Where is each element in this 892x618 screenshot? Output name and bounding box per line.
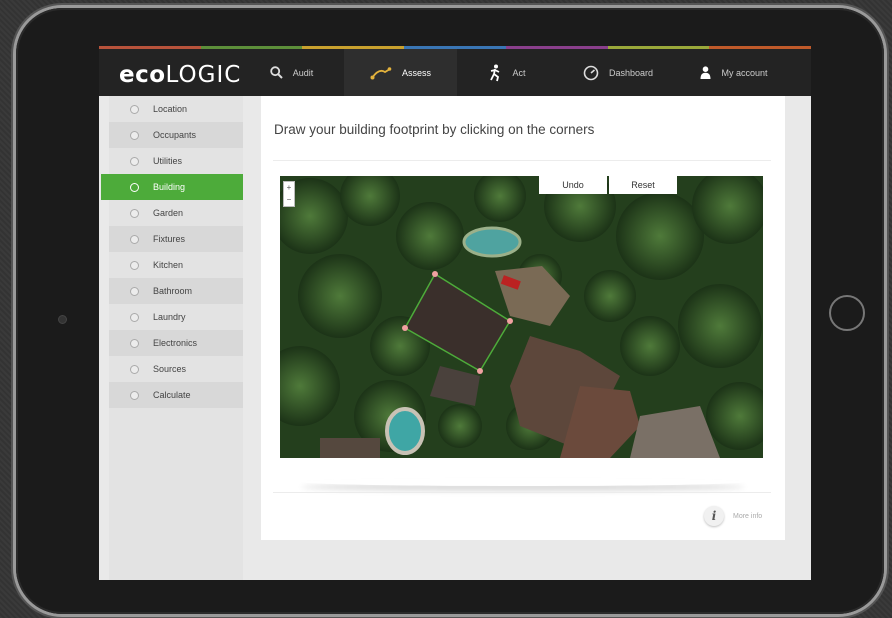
logo-bold-text: eco (119, 62, 166, 88)
sidebar-item-laundry[interactable]: Laundry (109, 304, 243, 330)
reset-button[interactable]: Reset (609, 176, 677, 194)
sidebar-item-label: Electronics (153, 338, 198, 348)
main-panel: Draw your building footprint by clicking… (261, 96, 785, 540)
logo-light-text: LOGIC (165, 62, 242, 88)
divider (273, 492, 771, 493)
nav-audit[interactable]: Audit (239, 49, 344, 96)
sidebar-item-building[interactable]: Building (101, 174, 243, 200)
ecologic-logo[interactable]: ecoLOGIC (119, 61, 241, 88)
footer-area (243, 540, 811, 580)
sidebar-item-utilities[interactable]: Utilities (109, 148, 243, 174)
sidebar-item-label: Utilities (153, 156, 183, 166)
sidebar-item-location[interactable]: Location (109, 96, 243, 122)
corner-handle[interactable] (507, 318, 513, 324)
sidebar-item-label: Occupants (153, 130, 197, 140)
aerial-map[interactable]: + − Undo Reset (280, 176, 763, 458)
sidebar-item-electronics[interactable]: Electronics (109, 330, 243, 356)
corner-handle[interactable] (477, 368, 483, 374)
nav-act[interactable]: Act (457, 49, 557, 96)
color-strip-segment (99, 46, 201, 49)
zoom-in-button[interactable]: + (284, 182, 294, 194)
zoom-control: + − (283, 181, 295, 207)
nav-assess[interactable]: Assess (344, 49, 457, 96)
radio-icon (130, 130, 139, 140)
sidebar-item-calculate[interactable]: Calculate (109, 382, 243, 408)
sidebar-item-label: Location (153, 104, 188, 114)
nav-dashboard-label: Dashboard (608, 67, 654, 78)
nav-act-label: Act (512, 67, 526, 78)
sidebar-item-label: Sources (153, 364, 187, 374)
map-shadow (301, 478, 745, 486)
sidebar-item-garden[interactable]: Garden (109, 200, 243, 226)
nav-my-account-label: My account (721, 67, 768, 78)
page-heading: Draw your building footprint by clicking… (274, 122, 595, 137)
sidebar-item-label: Kitchen (153, 260, 184, 270)
sidebar-item-fixtures[interactable]: Fixtures (109, 226, 243, 252)
sidebar-item-label: Laundry (153, 312, 186, 322)
radio-icon (130, 260, 139, 270)
radio-icon (130, 390, 139, 400)
zoom-out-button[interactable]: − (284, 194, 294, 206)
sidebar-item-label: Fixtures (153, 234, 186, 244)
corner-handle[interactable] (432, 271, 438, 277)
radio-icon (130, 156, 139, 166)
undo-button[interactable]: Undo (539, 176, 607, 194)
sidebar-item-label: Garden (153, 208, 184, 218)
sidebar-item-label: Calculate (153, 390, 191, 400)
section-sidebar: Location Occupants Utilities Building Ga… (101, 96, 243, 580)
home-button[interactable] (829, 295, 865, 331)
camera-dot (58, 315, 67, 324)
sidebar-item-sources[interactable]: Sources (109, 356, 243, 382)
app-screen: ecoLOGIC Audit Assess Act Dashboard My a… (99, 46, 811, 580)
sidebar-item-kitchen[interactable]: Kitchen (109, 252, 243, 278)
more-info-link[interactable]: i More info (704, 506, 762, 526)
radio-icon (130, 208, 139, 218)
nav-audit-label: Audit (292, 67, 314, 78)
divider (273, 160, 771, 161)
sidebar-item-label: Bathroom (153, 286, 193, 296)
radio-icon (130, 312, 139, 322)
corner-handle[interactable] (402, 325, 408, 331)
search-icon (270, 66, 283, 79)
radio-icon (130, 364, 139, 374)
act-icon (488, 64, 502, 82)
aerial-imagery (280, 176, 763, 458)
more-info-label: More info (733, 512, 763, 520)
info-icon: i (704, 506, 724, 526)
nav-assess-label: Assess (401, 67, 431, 78)
nav-my-account[interactable]: My account (679, 49, 789, 96)
sidebar-item-occupants[interactable]: Occupants (109, 122, 243, 148)
radio-icon (130, 286, 139, 296)
sidebar-item-bathroom[interactable]: Bathroom (109, 278, 243, 304)
gauge-icon (583, 65, 599, 81)
radio-icon (130, 234, 139, 244)
radio-icon (130, 104, 139, 114)
sidebar-item-label: Building (153, 182, 186, 192)
user-icon (700, 66, 711, 79)
assess-icon (370, 66, 392, 80)
nav-dashboard[interactable]: Dashboard (565, 49, 671, 96)
radio-icon (130, 338, 139, 348)
radio-icon (130, 182, 139, 192)
top-navigation: ecoLOGIC Audit Assess Act Dashboard My a… (99, 46, 811, 96)
